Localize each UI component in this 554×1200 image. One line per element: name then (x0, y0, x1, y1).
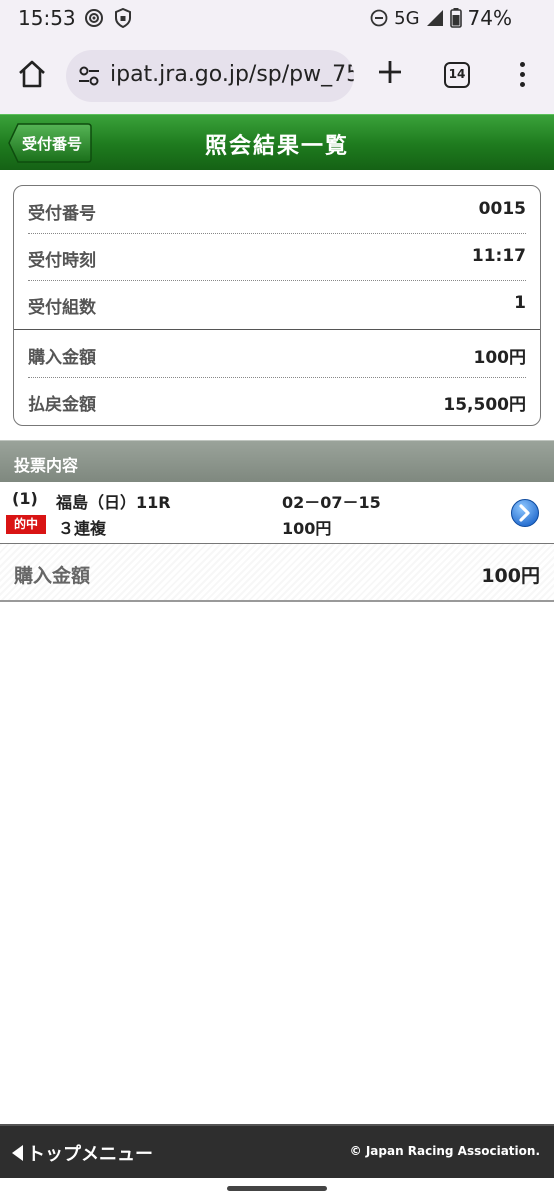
status-notification-icons (84, 8, 132, 28)
bet-type: ３連複 (58, 519, 107, 538)
vpn-shield-icon (115, 8, 131, 28)
bets-section-title: 投票内容 (14, 456, 79, 475)
home-icon (19, 60, 45, 88)
chevron-right-circle-icon (511, 499, 539, 527)
copyright-text: © Japan Racing Association. (349, 1144, 540, 1158)
bet-index: (1) (12, 489, 38, 508)
battery-icon (449, 8, 462, 28)
total-purchase-label: 購入金額 (14, 565, 91, 587)
url-text[interactable]: ipat.jra.go.jp/sp/pw_752 (110, 62, 354, 87)
receipt-time-value: 11:17 (471, 246, 526, 266)
receipt-time-row: 受付時刻 11:17 (28, 233, 526, 280)
receipt-number-value: 0015 (478, 199, 526, 219)
total-purchase-row: 購入金額 100円 (0, 544, 554, 602)
page-title: 照会結果一覧 (204, 134, 349, 159)
receipt-info-card: 受付番号 0015 受付時刻 11:17 受付組数 1 購入金額 100円 払戻… (13, 185, 541, 426)
receipt-count-row: 受付組数 1 (28, 280, 526, 327)
page-header: 受付番号 照会結果一覧 (0, 114, 554, 170)
status-bar: 15:53 5G 74% (0, 0, 554, 38)
browser-menu-button[interactable] (510, 62, 534, 90)
address-bar[interactable]: ipat.jra.go.jp/sp/pw_752 (66, 50, 354, 102)
do-not-disturb-icon (370, 9, 388, 27)
purchase-amount-row: 購入金額 100円 (28, 330, 526, 377)
receipt-count-value: 1 (514, 293, 526, 313)
home-button[interactable] (16, 58, 48, 90)
site-settings-icon[interactable] (78, 66, 100, 86)
gesture-handle[interactable] (227, 1186, 327, 1191)
tab-switcher-button[interactable]: 14 (444, 62, 470, 88)
receipt-count-label: 受付組数 (28, 298, 96, 318)
purchase-amount-value: 100円 (473, 348, 527, 368)
top-menu-label: トップメニュー (27, 1144, 153, 1165)
receipt-number-label: 受付番号 (28, 204, 96, 224)
signal-icon (426, 10, 443, 26)
footer-bar: トップメニュー © Japan Racing Association. (0, 1124, 554, 1178)
bet-combination: 02－07－15 (282, 493, 381, 512)
receipt-number-row: 受付番号 0015 (28, 186, 526, 233)
bets-section-header: 投票内容 (0, 440, 554, 482)
hotspot-icon (85, 9, 103, 27)
bet-detail-button[interactable] (510, 498, 540, 528)
payout-amount-value: 15,500円 (443, 395, 526, 415)
top-menu-link[interactable]: トップメニュー (12, 1140, 153, 1166)
receipt-time-label: 受付時刻 (28, 251, 96, 271)
battery-level: 74% (467, 6, 512, 30)
gesture-nav-area (0, 1178, 554, 1200)
total-purchase-value: 100円 (481, 565, 540, 587)
bet-race: 福島（日）11R (56, 493, 171, 512)
purchase-amount-label: 購入金額 (28, 348, 96, 368)
status-time: 15:53 (18, 6, 76, 30)
bet-list-item[interactable]: (1) 福島（日）11R 02－07－15 的中 ３連複 100円 (0, 482, 554, 544)
new-tab-button[interactable] (374, 56, 406, 92)
more-vert-icon (519, 62, 525, 67)
network-type: 5G (394, 7, 420, 29)
plus-icon (379, 61, 401, 83)
bet-amount: 100円 (282, 519, 332, 538)
hit-badge: 的中 (6, 515, 46, 534)
status-system-icons: 5G 74% (370, 6, 512, 30)
browser-toolbar: ipat.jra.go.jp/sp/pw_752 14 (0, 38, 554, 114)
payout-amount-label: 払戻金額 (28, 395, 96, 415)
payout-amount-row: 払戻金額 15,500円 (28, 377, 526, 424)
triangle-left-icon (12, 1145, 23, 1161)
